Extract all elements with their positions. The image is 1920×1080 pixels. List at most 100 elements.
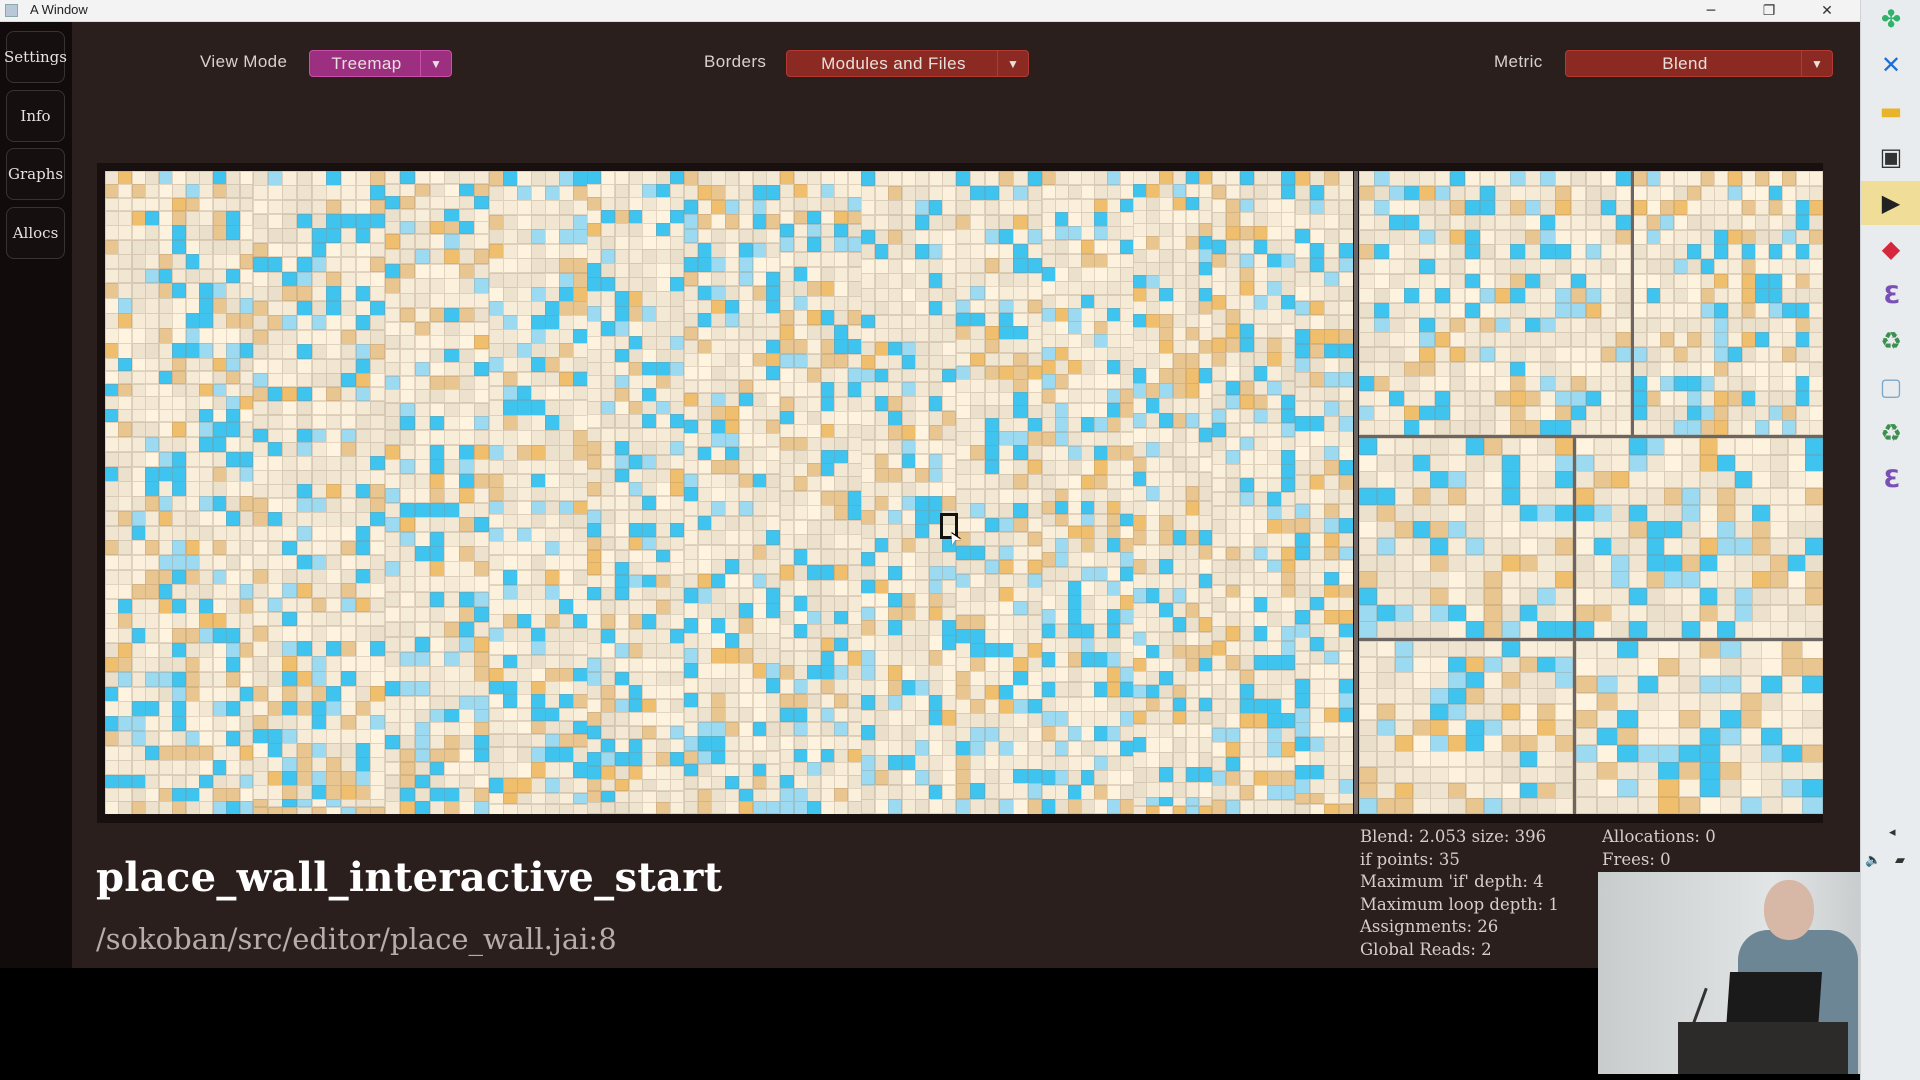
treemap-cell[interactable] (1239, 198, 1254, 213)
treemap-cell[interactable] (1146, 171, 1160, 185)
treemap-cell[interactable] (1309, 343, 1325, 359)
treemap-function-block[interactable] (105, 171, 253, 211)
treemap-cell[interactable] (656, 643, 671, 659)
treemap-cell[interactable] (1295, 446, 1310, 461)
treemap-cell[interactable] (956, 559, 971, 574)
treemap-cell[interactable] (642, 482, 657, 497)
treemap-cell[interactable] (474, 402, 489, 417)
treemap-cell[interactable] (131, 701, 146, 717)
treemap-cell[interactable] (670, 171, 684, 185)
treemap-cell[interactable] (1615, 288, 1631, 304)
treemap-cell[interactable] (1239, 699, 1254, 714)
treemap-cell[interactable] (780, 450, 794, 464)
treemap-cell[interactable] (297, 358, 313, 373)
treemap-cell[interactable] (725, 171, 740, 186)
treemap-function-block[interactable] (105, 511, 253, 628)
treemap-cell[interactable] (1309, 358, 1325, 373)
treemap-cell[interactable] (915, 680, 930, 696)
treemap-cell[interactable] (517, 707, 532, 722)
treemap-cell[interactable] (1081, 308, 1095, 322)
treemap-cell[interactable] (355, 498, 371, 513)
treemap-cell[interactable] (145, 184, 160, 199)
treemap-cell[interactable] (474, 362, 489, 377)
treemap-cell[interactable] (956, 798, 971, 814)
treemap-cell[interactable] (1185, 645, 1200, 659)
treemap-cell[interactable] (1055, 755, 1069, 771)
treemap-cell[interactable] (725, 501, 740, 517)
treemap-cell[interactable] (489, 569, 504, 585)
treemap-cell[interactable] (399, 622, 416, 638)
treemap-cell[interactable] (282, 286, 298, 301)
treemap-function-block[interactable] (489, 400, 587, 460)
treemap-cell[interactable] (847, 463, 861, 476)
treemap-cell[interactable] (738, 559, 754, 575)
treemap-cell[interactable] (185, 584, 200, 600)
treemap-cell[interactable] (1525, 273, 1541, 289)
treemap-cell[interactable] (212, 775, 227, 789)
treemap-cell[interactable] (1212, 226, 1227, 241)
treemap-cell[interactable] (807, 296, 821, 311)
treemap-cell[interactable] (145, 642, 160, 658)
treemap-cell[interactable] (697, 353, 712, 367)
treemap-cell[interactable] (444, 321, 460, 336)
treemap-cell[interactable] (559, 185, 574, 201)
treemap-cell[interactable] (1212, 450, 1227, 465)
treemap-cell[interactable] (1338, 185, 1353, 201)
treemap-cell[interactable] (956, 326, 971, 340)
treemap-cell[interactable] (429, 748, 445, 763)
treemap-cell[interactable] (684, 501, 699, 517)
treemap-cell[interactable] (489, 272, 504, 287)
treemap-cell[interactable] (1267, 533, 1282, 547)
treemap-cell[interactable] (326, 171, 342, 186)
treemap-cell[interactable] (1239, 450, 1254, 465)
treemap-cell[interactable] (1267, 584, 1282, 597)
treemap-cell[interactable] (1042, 281, 1056, 295)
treemap-cell[interactable] (780, 296, 794, 311)
treemap-cell[interactable] (1600, 215, 1617, 231)
treemap-cell[interactable] (105, 801, 119, 814)
treemap-cell[interactable] (628, 277, 643, 291)
treemap-cell[interactable] (1434, 391, 1451, 407)
treemap-cell[interactable] (1466, 454, 1485, 472)
treemap-cell[interactable] (901, 680, 916, 696)
treemap-cell[interactable] (1768, 273, 1783, 289)
treemap-cell[interactable] (834, 775, 848, 789)
treemap-cell[interactable] (1068, 755, 1082, 771)
treemap-cell[interactable] (874, 301, 889, 316)
treemap-cell[interactable] (444, 517, 460, 532)
treemap-cell[interactable] (999, 783, 1014, 799)
treemap-cell[interactable] (1376, 571, 1396, 589)
treemap-cell[interactable] (656, 562, 671, 576)
treemap-cell[interactable] (600, 210, 616, 224)
treemap-cell[interactable] (628, 725, 643, 740)
treemap-cell[interactable] (656, 336, 671, 350)
treemap-cell[interactable] (725, 419, 740, 434)
treemap-cell[interactable] (847, 595, 861, 611)
treemap-cell[interactable] (1107, 474, 1121, 489)
treemap-cell[interactable] (1585, 376, 1602, 392)
treemap-cell[interactable] (212, 657, 227, 672)
treemap-cell[interactable] (444, 651, 460, 667)
treemap-cell[interactable] (239, 409, 253, 422)
treemap-cell[interactable] (1633, 303, 1648, 319)
treemap-cell[interactable] (1633, 200, 1648, 216)
treemap-cell[interactable] (1714, 244, 1729, 260)
treemap-cell[interactable] (1107, 609, 1121, 624)
treemap-cell[interactable] (239, 239, 253, 255)
treemap-cell[interactable] (199, 225, 214, 241)
treemap-cell[interactable] (503, 681, 518, 695)
treemap-cell[interactable] (684, 487, 699, 502)
treemap-cell[interactable] (861, 244, 876, 260)
treemap-cell[interactable] (545, 627, 560, 642)
treemap-cell[interactable] (600, 600, 616, 615)
treemap-cell[interactable] (1687, 332, 1702, 348)
treemap-cell[interactable] (1068, 295, 1082, 309)
treemap-cell[interactable] (1646, 420, 1661, 435)
treemap-cell[interactable] (1633, 244, 1648, 260)
treemap-cell[interactable] (573, 243, 587, 259)
treemap-cell[interactable] (131, 171, 146, 185)
treemap-cell[interactable] (1146, 262, 1160, 276)
treemap-cell[interactable] (545, 762, 560, 779)
treemap-cell[interactable] (1094, 770, 1108, 786)
treemap-cell[interactable] (414, 622, 431, 638)
